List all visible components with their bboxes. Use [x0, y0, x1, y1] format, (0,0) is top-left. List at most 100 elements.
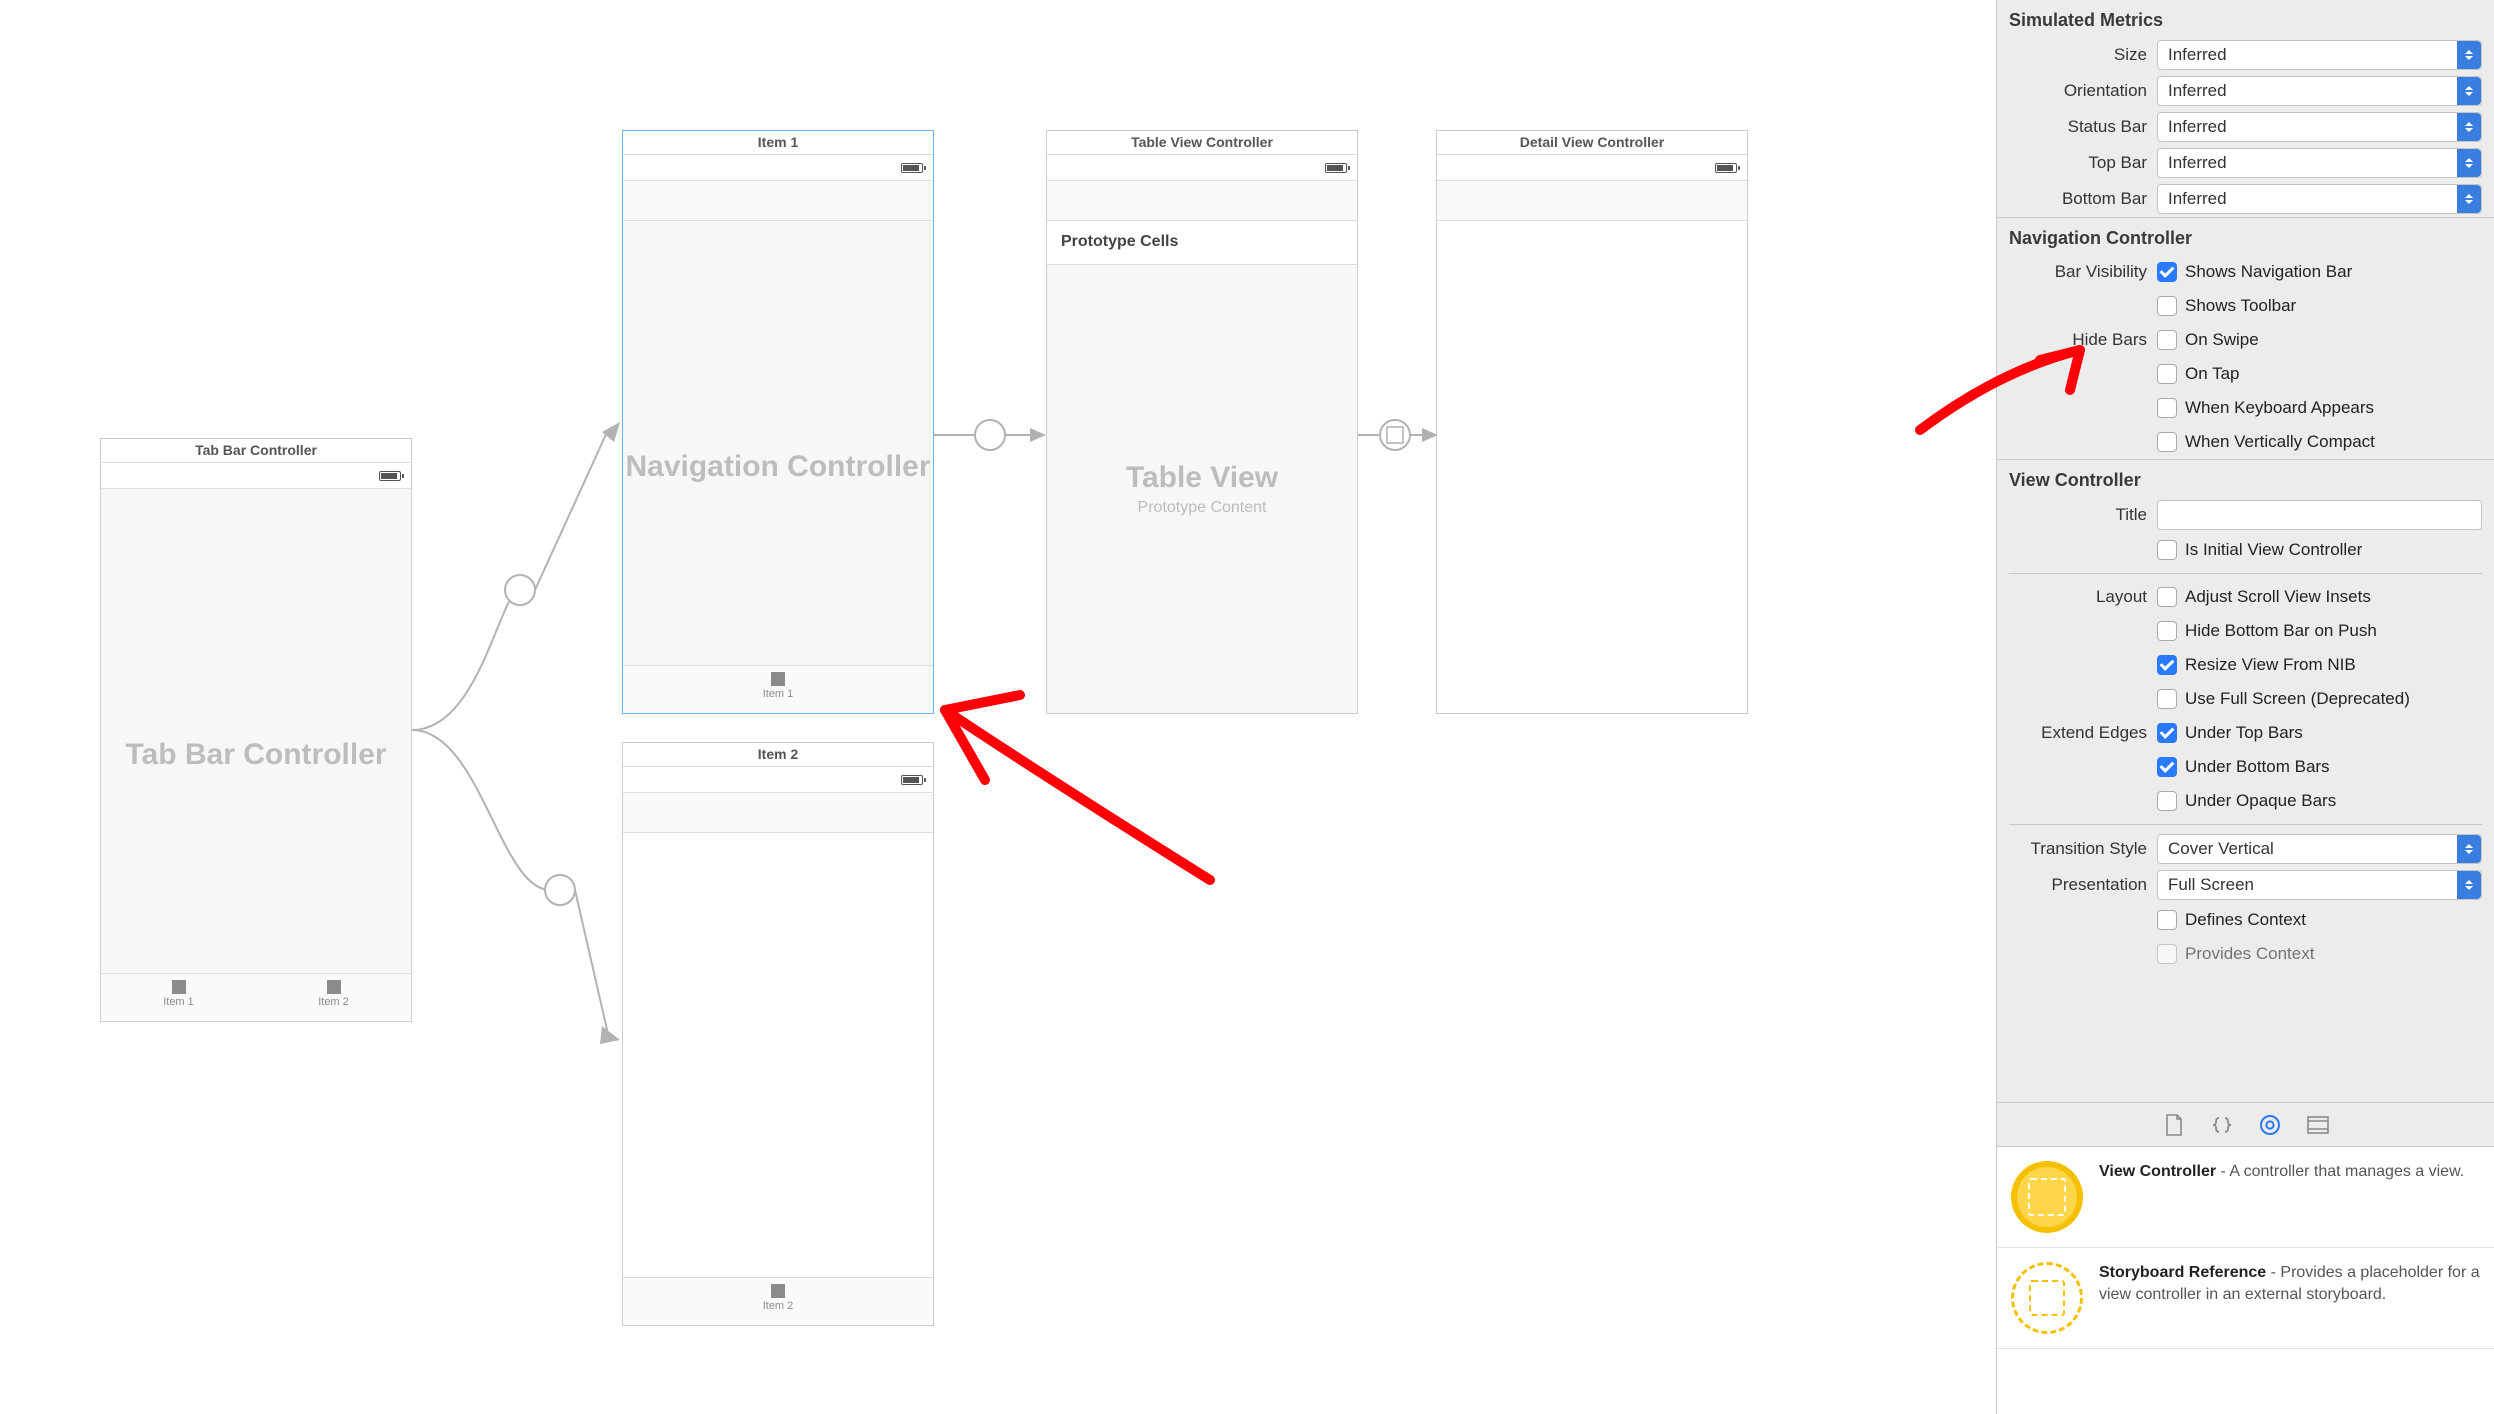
checkbox-under-top[interactable] [2157, 723, 2177, 743]
dropdown-arrows-icon [2457, 149, 2481, 177]
select-orientation[interactable]: Inferred [2157, 76, 2482, 106]
status-bar [1437, 157, 1747, 181]
tab-bar: Item 1 [623, 665, 933, 713]
checkbox-on-tap[interactable] [2157, 364, 2177, 384]
checkbox-fullscreen-deprecated[interactable] [2157, 689, 2177, 709]
row-keyboard: When Keyboard Appears [1997, 391, 2494, 425]
row-fullscreen-deprecated: Use Full Screen (Deprecated) [1997, 682, 2494, 716]
checkbox-shows-toolbar[interactable] [2157, 296, 2177, 316]
inspector-scroll[interactable]: Simulated Metrics Size Inferred Orientat… [1997, 0, 2494, 1102]
library-tabs [1997, 1102, 2494, 1146]
placeholder-big: Table View [1047, 461, 1357, 495]
select-value: Inferred [2168, 81, 2227, 101]
row-shows-toolbar: Shows Toolbar [1997, 289, 2494, 323]
lib-desc: - A controller that manages a view. [2216, 1163, 2464, 1180]
tab-item[interactable]: Item 1 [728, 666, 828, 713]
status-bar [101, 465, 411, 489]
row-hide-bottom: Hide Bottom Bar on Push [1997, 614, 2494, 648]
code-snippets-icon[interactable] [2209, 1112, 2235, 1138]
checkbox-label: Under Opaque Bars [2185, 791, 2336, 811]
checkbox-is-initial[interactable] [2157, 540, 2177, 560]
library-item-view-controller[interactable]: View Controller - A controller that mana… [1997, 1147, 2494, 1248]
view-controller-icon [2011, 1161, 2083, 1233]
checkbox-adjust-insets[interactable] [2157, 587, 2177, 607]
checkbox-label: When Keyboard Appears [2185, 398, 2374, 418]
checkbox-under-opaque[interactable] [2157, 791, 2177, 811]
checkbox-vert-compact[interactable] [2157, 432, 2177, 452]
navigation-bar [1437, 181, 1747, 221]
checkbox-hide-bottom[interactable] [2157, 621, 2177, 641]
divider [2009, 573, 2482, 574]
checkbox-on-swipe[interactable] [2157, 330, 2177, 350]
scene-title-table: Table View Controller [1047, 129, 1357, 155]
object-library[interactable]: View Controller - A controller that mana… [1997, 1146, 2494, 1414]
select-size[interactable]: Inferred [2157, 40, 2482, 70]
row-provides-context: Provides Context [1997, 937, 2494, 971]
row-under-bottom: Under Bottom Bars [1997, 750, 2494, 784]
label: Bar Visibility [1997, 262, 2157, 282]
row-hide-bars: Hide Bars On Swipe [1997, 323, 2494, 357]
checkbox-label: On Tap [2185, 364, 2240, 384]
select-presentation[interactable]: Full Screen [2157, 870, 2482, 900]
placeholder-big: Navigation Controller [623, 450, 933, 484]
media-library-icon[interactable] [2305, 1112, 2331, 1138]
checkbox-defines-context[interactable] [2157, 910, 2177, 930]
file-template-icon[interactable] [2161, 1112, 2187, 1138]
label: Layout [1997, 587, 2157, 607]
select-topbar[interactable]: Inferred [2157, 148, 2482, 178]
scene-detail[interactable]: Detail View Controller [1436, 130, 1748, 714]
navigation-bar [623, 181, 933, 221]
scene-title-tabbar: Tab Bar Controller [101, 437, 411, 463]
select-transition[interactable]: Cover Vertical [2157, 834, 2482, 864]
checkbox-provides-context[interactable] [2157, 944, 2177, 964]
scene-nav2[interactable]: Item 2 Item 2 [622, 742, 934, 1326]
scene-nav1[interactable]: Item 1 Navigation Controller Item 1 [622, 130, 934, 714]
row-transition: Transition Style Cover Vertical [1997, 831, 2494, 867]
status-bar [623, 157, 933, 181]
row-is-initial: Is Initial View Controller [1997, 533, 2494, 567]
row-extend-edges: Extend Edges Under Top Bars [1997, 716, 2494, 750]
row-bottombar: Bottom Bar Inferred [1997, 181, 2494, 217]
placeholder-text: Tab Bar Controller [101, 738, 411, 772]
row-topbar: Top Bar Inferred [1997, 145, 2494, 181]
library-item-text: View Controller - A controller that mana… [2099, 1161, 2480, 1233]
scene-body: Tab Bar Controller [101, 489, 411, 1021]
checkbox-label: Defines Context [2185, 910, 2306, 930]
section-navigation-controller: Navigation Controller [1997, 217, 2494, 255]
checkbox-label: Is Initial View Controller [2185, 540, 2362, 560]
select-value: Cover Vertical [2168, 839, 2274, 859]
scene-tabbar[interactable]: Tab Bar Controller Tab Bar Controller It… [100, 438, 412, 1022]
select-value: Inferred [2168, 189, 2227, 209]
scene-title-detail: Detail View Controller [1437, 129, 1747, 155]
title-field[interactable] [2157, 500, 2482, 530]
select-value: Inferred [2168, 45, 2227, 65]
label: Orientation [1997, 81, 2157, 101]
checkbox-label: On Swipe [2185, 330, 2259, 350]
tab-bar: Item 1 Item 2 [101, 973, 411, 1021]
battery-icon [379, 471, 401, 481]
select-statusbar[interactable]: Inferred [2157, 112, 2482, 142]
checkbox-resize-nib[interactable] [2157, 655, 2177, 675]
scene-title-nav2: Item 2 [623, 741, 933, 767]
scene-table[interactable]: Table View Controller Prototype Cells Ta… [1046, 130, 1358, 714]
label: Bottom Bar [1997, 189, 2157, 209]
library-item-storyboard-reference[interactable]: Storyboard Reference - Provides a placeh… [1997, 1248, 2494, 1349]
checkbox-under-bottom[interactable] [2157, 757, 2177, 777]
row-layout: Layout Adjust Scroll View Insets [1997, 580, 2494, 614]
select-bottombar[interactable]: Inferred [2157, 184, 2482, 214]
tab-item-1[interactable]: Item 1 [101, 974, 256, 1021]
scene-body [1437, 221, 1747, 713]
checkbox-keyboard-appears[interactable] [2157, 398, 2177, 418]
tab-item[interactable]: Item 2 [728, 1278, 828, 1325]
object-library-icon[interactable] [2257, 1112, 2283, 1138]
status-bar [1047, 157, 1357, 181]
row-on-tap: On Tap [1997, 357, 2494, 391]
select-value: Inferred [2168, 117, 2227, 137]
tab-item-2[interactable]: Item 2 [256, 974, 411, 1021]
checkbox-shows-nav-bar[interactable] [2157, 262, 2177, 282]
checkbox-label: Shows Navigation Bar [2185, 262, 2352, 282]
dropdown-arrows-icon [2457, 113, 2481, 141]
tab-label: Item 1 [163, 996, 194, 1008]
storyboard-canvas[interactable]: Tab Bar Controller Tab Bar Controller It… [0, 0, 1920, 1414]
battery-icon [901, 163, 923, 173]
